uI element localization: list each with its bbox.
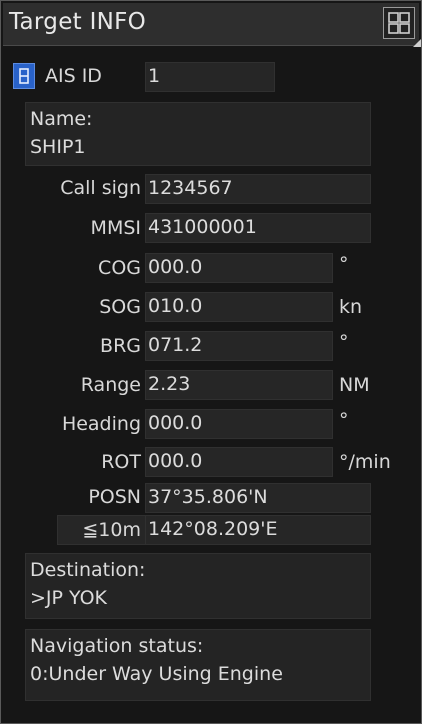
cog-value: 000.0 bbox=[145, 253, 333, 283]
ais-id-label: AIS ID bbox=[45, 65, 102, 87]
call-sign-label: Call sign bbox=[60, 177, 141, 199]
heading-unit: ° bbox=[339, 409, 349, 431]
ais-toggle-icon[interactable] bbox=[13, 63, 35, 89]
grid-menu-icon[interactable] bbox=[383, 7, 415, 39]
rot-unit: °/min bbox=[339, 451, 391, 473]
brg-unit: ° bbox=[339, 331, 349, 353]
range-value: 2.23 bbox=[145, 370, 333, 400]
title-bar: Target INFO bbox=[3, 3, 421, 47]
name-box: Name: SHIP1 bbox=[25, 102, 371, 166]
mmsi-label: MMSI bbox=[90, 217, 141, 239]
range-unit: NM bbox=[339, 374, 370, 396]
ais-id-value: 1 bbox=[145, 62, 275, 92]
cog-label: COG bbox=[98, 257, 141, 279]
brg-label: BRG bbox=[100, 335, 141, 357]
navigation-status-box: Navigation status: 0:Under Way Using Eng… bbox=[25, 629, 371, 701]
posn-accuracy-label: ≦10m bbox=[82, 519, 141, 541]
brg-value: 071.2 bbox=[145, 331, 333, 361]
heading-label: Heading bbox=[61, 413, 141, 435]
sog-unit: kn bbox=[339, 296, 363, 318]
name-value: SHIP1 bbox=[30, 136, 86, 158]
rot-label: ROT bbox=[101, 451, 141, 473]
destination-label: Destination: bbox=[30, 559, 146, 581]
cog-unit: ° bbox=[339, 253, 349, 275]
navigation-status-value: 0:Under Way Using Engine bbox=[30, 663, 283, 685]
name-label: Name: bbox=[30, 108, 93, 130]
posn-lat-value: 37°35.806'N bbox=[145, 483, 371, 513]
navigation-status-label: Navigation status: bbox=[30, 635, 204, 657]
destination-box: Destination: >JP YOK bbox=[25, 553, 371, 619]
sog-label: SOG bbox=[99, 296, 141, 318]
range-label: Range bbox=[80, 374, 141, 396]
call-sign-value: 1234567 bbox=[145, 174, 371, 204]
resize-corner-icon bbox=[413, 39, 421, 47]
rot-value: 000.0 bbox=[145, 447, 333, 477]
target-info-panel: Target INFO AIS ID 1 Name: SHIP1 Call si… bbox=[0, 0, 422, 724]
panel-title: Target INFO bbox=[9, 9, 147, 35]
mmsi-value: 431000001 bbox=[145, 213, 371, 243]
destination-value: >JP YOK bbox=[30, 587, 108, 609]
heading-value: 000.0 bbox=[145, 409, 333, 439]
posn-lon-value: 142°08.209'E bbox=[145, 515, 371, 545]
sog-value: 010.0 bbox=[145, 292, 333, 322]
posn-label: POSN bbox=[88, 486, 141, 508]
